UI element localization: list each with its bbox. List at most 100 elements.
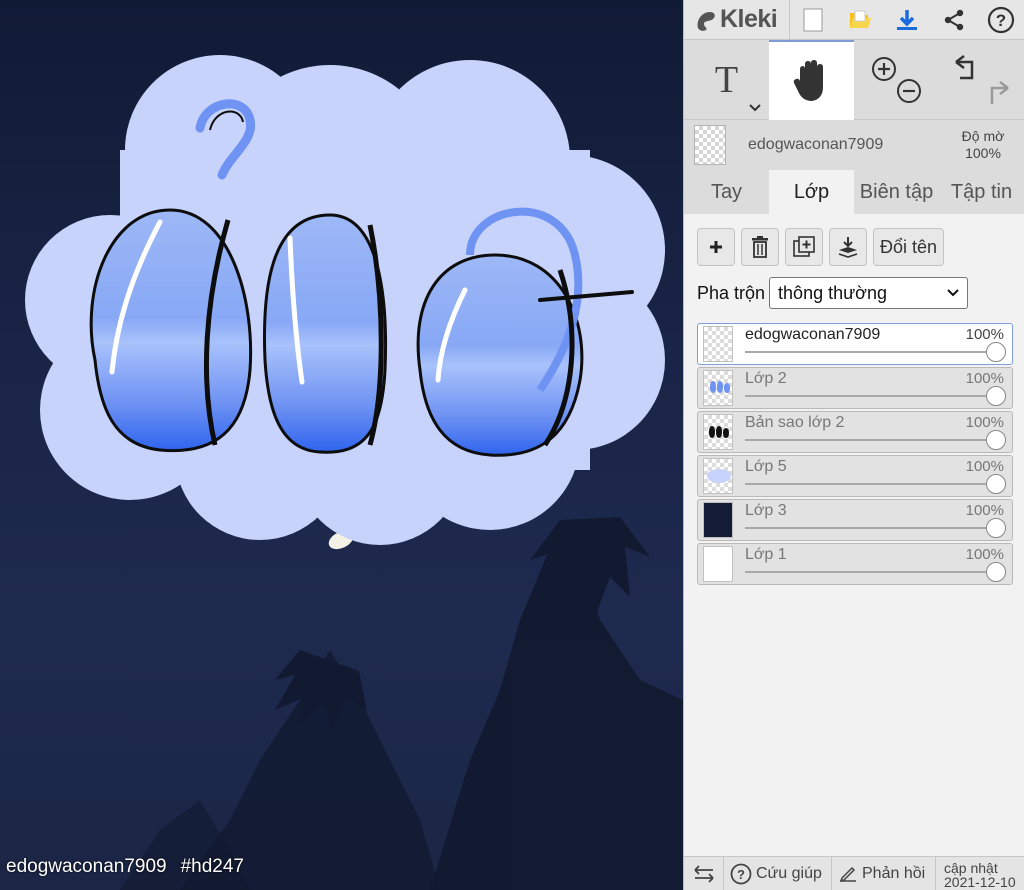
- layer-opacity: 100%: [965, 370, 1004, 387]
- tab-file[interactable]: Tập tin: [939, 170, 1024, 214]
- duplicate-layer-icon: [793, 236, 815, 257]
- layer-info: Lớp 3 100%: [745, 499, 1006, 541]
- layer-name: Bản sao lớp 2: [745, 414, 845, 431]
- tab-edit[interactable]: Biên tập: [854, 170, 939, 214]
- layer-name: Lớp 5: [745, 458, 787, 475]
- opacity-slider-track[interactable]: [745, 571, 998, 573]
- layer-item[interactable]: Lớp 2 100%: [697, 367, 1013, 409]
- undo-redo-icons: [954, 55, 1009, 104]
- layer-name: Lớp 3: [745, 502, 787, 519]
- current-layer-header: edogwaconan7909 Độ mờ 100%: [684, 120, 1024, 170]
- download-button[interactable]: [883, 0, 930, 40]
- text-tool-button[interactable]: T: [684, 40, 769, 120]
- tab-hand[interactable]: Tay: [684, 170, 769, 214]
- layer-opacity: 100%: [965, 458, 1004, 475]
- opacity-slider-handle[interactable]: [986, 562, 1006, 582]
- merge-down-button[interactable]: [829, 228, 867, 266]
- share-button[interactable]: [930, 0, 977, 40]
- layer-thumbnail: [703, 502, 733, 538]
- new-file-button[interactable]: [790, 0, 837, 40]
- layer-opacity: 100%: [965, 502, 1004, 519]
- layer-opacity: 100%: [965, 326, 1004, 343]
- canvas-caption: edogwaconan7909 #hd247: [6, 856, 244, 878]
- layer-item[interactable]: Lớp 1 100%: [697, 543, 1013, 585]
- help-label: Cứu giúp: [756, 864, 822, 882]
- hand-icon: [793, 60, 823, 101]
- update-date: 2021-12-10: [944, 874, 1016, 890]
- layer-item[interactable]: Lớp 5 100%: [697, 455, 1013, 497]
- opacity-value: 100%: [965, 145, 1001, 161]
- delete-layer-icon: [752, 236, 768, 258]
- version-info[interactable]: cập nhật 2021-12-10: [936, 857, 1016, 890]
- layer-opacity: 100%: [965, 414, 1004, 431]
- drawing-canvas[interactable]: edogwaconan7909 #hd247: [0, 0, 683, 890]
- zoom-controls: [854, 40, 939, 120]
- tool-row: T: [684, 40, 1024, 120]
- zoom-icons: [871, 57, 921, 103]
- add-layer-button[interactable]: [697, 228, 735, 266]
- help-icon: ?: [730, 863, 752, 884]
- layer-list: edogwaconan7909 100% Lớp 2 100% Bản sao …: [697, 323, 1013, 585]
- opacity-label: Độ mờ: [961, 128, 1005, 144]
- hand-tool-button[interactable]: [769, 40, 854, 120]
- text-tool-icon: T: [714, 59, 739, 101]
- help-icon: ?: [987, 6, 1014, 33]
- opacity-slider-track[interactable]: [745, 351, 998, 353]
- current-layer-thumbnail: [694, 125, 726, 165]
- layers-panel: Đổi tên Pha trộn thông thường edogwacona…: [684, 214, 1024, 888]
- pencil-icon: [839, 866, 856, 882]
- swap-side-button[interactable]: [684, 857, 724, 890]
- layer-actions: Đổi tên: [697, 228, 1013, 266]
- chevron-down-icon: [947, 289, 959, 297]
- open-folder-icon: [850, 10, 871, 28]
- caption-tag: #hd247: [180, 856, 244, 877]
- layer-name: Lớp 1: [745, 546, 787, 563]
- feedback-label: Phản hồi: [862, 864, 926, 882]
- top-toolbar: Kleki ?: [684, 0, 1024, 40]
- opacity-slider-handle[interactable]: [986, 342, 1006, 362]
- swap-arrows-icon: [693, 864, 714, 883]
- layer-name: Lớp 2: [745, 370, 787, 387]
- blend-mode-row: Pha trộn thông thường: [697, 277, 1013, 309]
- open-button[interactable]: [837, 0, 884, 40]
- zoom-out-icon: [896, 79, 921, 103]
- layer-item[interactable]: Lớp 3 100%: [697, 499, 1013, 541]
- opacity-slider-track[interactable]: [745, 527, 998, 529]
- opacity-slider-handle[interactable]: [986, 386, 1006, 406]
- kleki-logo[interactable]: Kleki: [684, 0, 790, 40]
- layer-item[interactable]: edogwaconan7909 100%: [697, 323, 1013, 365]
- current-layer-opacity: Độ mờ 100%: [948, 128, 1018, 162]
- merge-down-icon: [838, 237, 858, 258]
- rename-layer-button[interactable]: Đổi tên: [873, 228, 945, 266]
- current-layer-name: edogwaconan7909: [748, 136, 884, 153]
- layer-info: Bản sao lớp 2 100%: [745, 411, 1006, 453]
- tree-silhouette: [120, 517, 683, 890]
- panel-tabs: Tay Lớp Biên tập Tập tin: [684, 170, 1024, 214]
- opacity-slider-handle[interactable]: [986, 474, 1006, 494]
- tab-layers[interactable]: Lớp: [769, 170, 854, 214]
- download-icon: [896, 9, 917, 30]
- layer-name: edogwaconan7909: [745, 326, 881, 343]
- layer-opacity: 100%: [965, 546, 1004, 563]
- delete-layer-button[interactable]: [741, 228, 779, 266]
- help-footer-button[interactable]: ? Cứu giúp: [724, 857, 832, 890]
- layer-thumbnail-art: [710, 381, 730, 393]
- opacity-slider-handle[interactable]: [986, 430, 1006, 450]
- opacity-slider-track[interactable]: [745, 483, 998, 485]
- layer-info: Lớp 1 100%: [745, 543, 1006, 585]
- feedback-button[interactable]: Phản hồi: [832, 857, 936, 890]
- layer-thumbnail-art: [709, 426, 729, 438]
- chevron-down-icon[interactable]: [749, 104, 761, 112]
- layer-item[interactable]: Bản sao lớp 2 100%: [697, 411, 1013, 453]
- opacity-slider-track[interactable]: [745, 395, 998, 397]
- new-file-icon: [803, 8, 823, 31]
- help-button[interactable]: ?: [977, 0, 1024, 40]
- layer-info: edogwaconan7909 100%: [745, 323, 1006, 365]
- blend-mode-select[interactable]: thông thường: [769, 277, 969, 309]
- opacity-slider-handle[interactable]: [986, 518, 1006, 538]
- layer-thumbnail: [703, 546, 733, 582]
- kleki-logo-icon: [697, 11, 715, 31]
- opacity-slider-track[interactable]: [745, 439, 998, 441]
- duplicate-layer-button[interactable]: [785, 228, 823, 266]
- undo-redo-controls: [939, 40, 1024, 120]
